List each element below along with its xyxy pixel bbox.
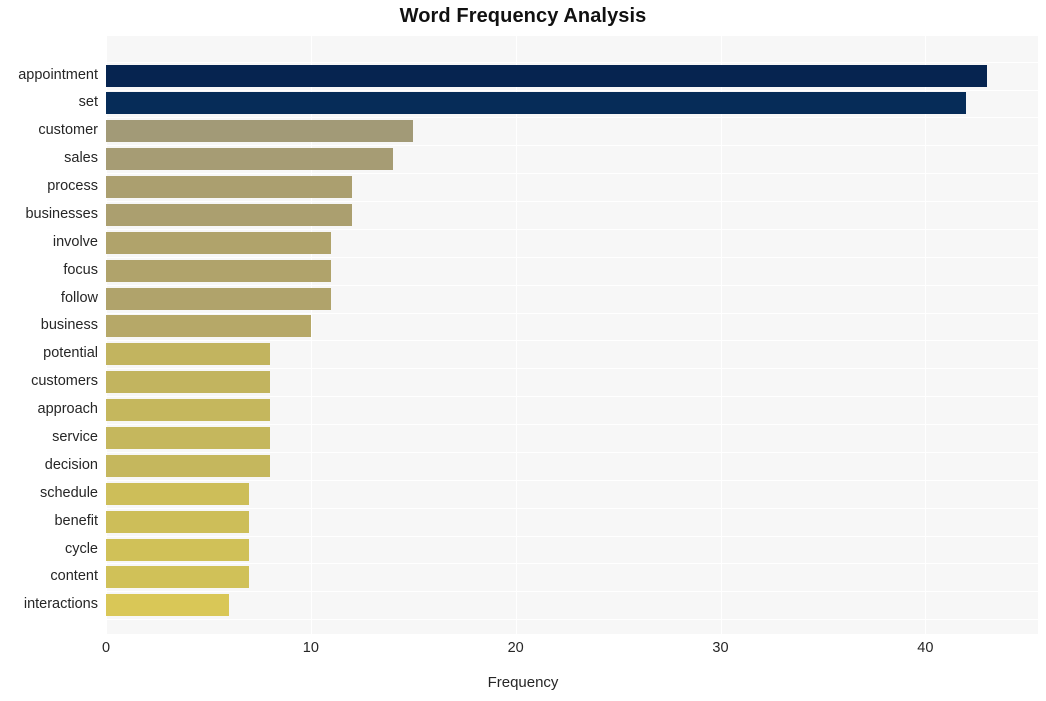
y-tick-label: involve — [52, 233, 98, 250]
bar-row[interactable] — [106, 538, 1038, 561]
bar-row[interactable] — [106, 176, 1038, 199]
x-tick-label: 40 — [917, 640, 934, 656]
y-tick-label: decision — [44, 456, 98, 473]
plot-area — [106, 36, 1038, 634]
x-tick-label: 0 — [101, 640, 111, 656]
bar[interactable] — [106, 176, 352, 199]
chart-title: Word Frequency Analysis — [399, 5, 647, 27]
bar-row[interactable] — [106, 594, 1038, 617]
bar[interactable] — [106, 120, 414, 143]
bar-row[interactable] — [106, 371, 1038, 394]
y-tick-label: sales — [64, 150, 98, 167]
bar[interactable] — [106, 148, 393, 171]
y-axis-tick-labels: appointment set customer sales process busine… — [0, 36, 98, 634]
x-tick-label: 10 — [302, 640, 319, 656]
bar[interactable] — [106, 594, 229, 617]
bar[interactable] — [106, 259, 332, 282]
y-tick-label: set — [78, 94, 98, 111]
x-tick-label: 20 — [507, 640, 524, 656]
bar-row[interactable] — [106, 454, 1038, 477]
bar-row[interactable] — [106, 64, 1038, 87]
bar-row[interactable] — [106, 231, 1038, 254]
y-tick-label: potential — [43, 345, 98, 362]
bar[interactable] — [106, 510, 250, 533]
bar[interactable] — [106, 371, 270, 394]
y-tick-label: interactions — [23, 596, 98, 613]
bar-row[interactable] — [106, 92, 1038, 115]
y-tick-label: follow — [60, 289, 98, 306]
bar[interactable] — [106, 287, 332, 310]
x-axis-title: Frequency — [487, 674, 559, 691]
bar[interactable] — [106, 566, 250, 589]
y-tick-label: business — [40, 317, 98, 334]
bar[interactable] — [106, 399, 270, 422]
y-tick-label: approach — [37, 401, 98, 418]
bar[interactable] — [106, 538, 250, 561]
bar-row[interactable] — [106, 510, 1038, 533]
bar-row[interactable] — [106, 148, 1038, 171]
bar-row[interactable] — [106, 315, 1038, 338]
y-tick-label: content — [50, 568, 98, 585]
y-tick-label: process — [47, 178, 98, 195]
x-tick-label: 30 — [712, 640, 729, 656]
y-tick-label: cycle — [64, 540, 98, 557]
bar-row[interactable] — [106, 287, 1038, 310]
bar[interactable] — [106, 454, 270, 477]
word-frequency-chart: Word Frequency Analysis appointment set cu… — [0, 0, 1046, 701]
bar[interactable] — [106, 64, 987, 87]
y-tick-label: schedule — [39, 484, 98, 501]
bar-row[interactable] — [106, 120, 1038, 143]
bar[interactable] — [106, 315, 311, 338]
y-tick-label: focus — [63, 261, 98, 278]
bar[interactable] — [106, 482, 250, 505]
bar-row[interactable] — [106, 343, 1038, 366]
bars-layer — [106, 36, 1038, 634]
y-tick-label: benefit — [54, 512, 98, 529]
bar-row[interactable] — [106, 399, 1038, 422]
bar-row[interactable] — [106, 203, 1038, 226]
bar[interactable] — [106, 427, 270, 449]
bar-row[interactable] — [106, 427, 1038, 449]
y-tick-label: customer — [38, 122, 98, 139]
y-tick-label: businesses — [25, 205, 98, 222]
x-axis-tick-labels: 0 10 20 30 40 — [0, 640, 1046, 664]
bar-row[interactable] — [106, 566, 1038, 589]
bar-row[interactable] — [106, 259, 1038, 282]
bar[interactable] — [106, 92, 967, 115]
y-tick-label: customers — [31, 373, 98, 390]
y-tick-label: appointment — [18, 66, 98, 83]
bar[interactable] — [106, 231, 332, 254]
bar[interactable] — [106, 343, 270, 366]
y-tick-label: service — [52, 429, 98, 445]
bar[interactable] — [106, 203, 352, 226]
bar-row[interactable] — [106, 482, 1038, 505]
